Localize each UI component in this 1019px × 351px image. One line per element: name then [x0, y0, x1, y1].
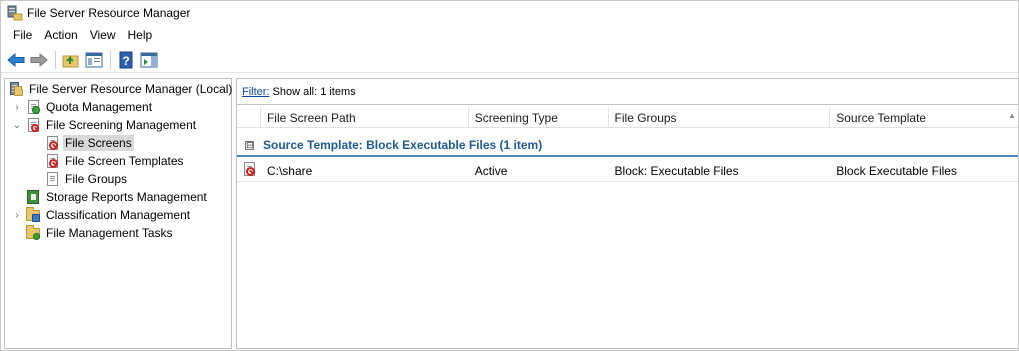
help-icon[interactable]: ?	[115, 49, 137, 71]
action-pane-icon[interactable]	[138, 49, 160, 71]
forward-icon[interactable]	[28, 49, 50, 71]
table-row[interactable]: C:\share Active Block: Executable Files …	[237, 160, 1018, 182]
toolbar-separator	[110, 50, 111, 69]
tree-item-quota[interactable]: › Quota Management	[11, 98, 154, 116]
menu-action[interactable]: Action	[38, 28, 83, 42]
tasks-icon	[25, 225, 41, 241]
cell-source-template: Block Executable Files	[836, 163, 957, 178]
fsrm-window: File Server Resource Manager File Action…	[0, 0, 1019, 351]
tree-item-file-groups[interactable]: File Groups	[44, 170, 129, 188]
tree-item-file-screening[interactable]: ⌄ File Screening Management	[11, 116, 198, 134]
tree-item-storage-reports[interactable]: Storage Reports Management	[25, 188, 209, 206]
file-screen-icon	[44, 135, 60, 151]
tree-item-classification[interactable]: › Classification Management	[11, 206, 192, 224]
group-label: Source Template: Block Executable Files …	[263, 138, 543, 152]
svg-text:?: ?	[122, 54, 129, 68]
menu-bar: File Action View Help	[1, 25, 1018, 45]
filter-status: Show all: 1 items	[272, 85, 356, 98]
tree-item-label: File Groups	[65, 172, 128, 186]
cell-screening-type: Active	[474, 163, 508, 178]
tree-item-file-screens[interactable]: File Screens	[44, 134, 134, 152]
quota-icon	[25, 99, 41, 115]
tree-item-file-management-tasks[interactable]: File Management Tasks	[25, 224, 175, 242]
toolbar-separator	[55, 50, 56, 69]
sort-ascending-icon: ▲	[1008, 111, 1017, 120]
server-icon	[8, 81, 24, 97]
toolbar: ?	[1, 47, 1018, 73]
up-folder-icon[interactable]	[60, 49, 82, 71]
window-title: File Server Resource Manager	[27, 6, 191, 20]
tree-item-label: Classification Management	[46, 208, 191, 222]
template-icon	[44, 153, 60, 169]
chevron-right-icon[interactable]: ›	[11, 209, 23, 221]
title-bar: File Server Resource Manager	[1, 1, 1018, 25]
column-header-path[interactable]: File Screen Path	[261, 107, 469, 128]
column-header-screening-type[interactable]: Screening Type	[469, 107, 609, 128]
tree-item-file-screen-templates[interactable]: File Screen Templates	[44, 152, 186, 170]
tree-item-label: File Screens	[63, 135, 134, 151]
tree-item-label: Quota Management	[46, 100, 153, 114]
menu-help[interactable]: Help	[122, 28, 159, 42]
chevron-right-icon[interactable]: ›	[11, 101, 23, 113]
console-tree: File Server Resource Manager (Local) › Q…	[4, 78, 232, 349]
column-header-label: Source Template	[836, 110, 927, 125]
column-header-icon[interactable]	[237, 107, 261, 128]
fsrm-app-icon	[7, 5, 23, 21]
tree-item-root[interactable]: File Server Resource Manager (Local)	[8, 80, 234, 98]
collapse-group-icon[interactable]: ⊟	[245, 140, 254, 150]
column-header-source-template[interactable]: Source Template ▲	[830, 107, 1018, 128]
classification-icon	[25, 207, 41, 223]
menu-view[interactable]: View	[84, 28, 122, 42]
file-screen-row-icon	[237, 161, 261, 180]
group-header: ⊟ Source Template: Block Executable File…	[237, 135, 1018, 157]
tree-item-label: File Management Tasks	[46, 226, 173, 240]
file-screening-icon	[25, 117, 41, 133]
tree-item-label: File Server Resource Manager (Local)	[29, 82, 233, 96]
column-headers: File Screen Path Screening Type File Gro…	[237, 107, 1018, 128]
back-icon[interactable]	[5, 49, 27, 71]
tree-item-label: File Screen Templates	[65, 154, 184, 168]
menu-file[interactable]: File	[7, 28, 38, 42]
show-hide-tree-icon[interactable]	[83, 49, 105, 71]
column-header-file-groups[interactable]: File Groups	[609, 107, 831, 128]
filter-link[interactable]: Filter:	[242, 86, 270, 98]
results-pane: Filter: Show all: 1 items File Screen Pa…	[236, 78, 1018, 349]
tree-item-label: Storage Reports Management	[46, 190, 207, 204]
chevron-down-icon[interactable]: ⌄	[11, 119, 23, 131]
cell-file-groups: Block: Executable Files	[614, 163, 739, 178]
filter-bar: Filter: Show all: 1 items	[237, 79, 1018, 105]
reports-icon	[25, 189, 41, 205]
cell-path: C:\share	[266, 163, 313, 178]
tree-item-label: File Screening Management	[46, 118, 197, 132]
file-group-icon	[44, 171, 60, 187]
